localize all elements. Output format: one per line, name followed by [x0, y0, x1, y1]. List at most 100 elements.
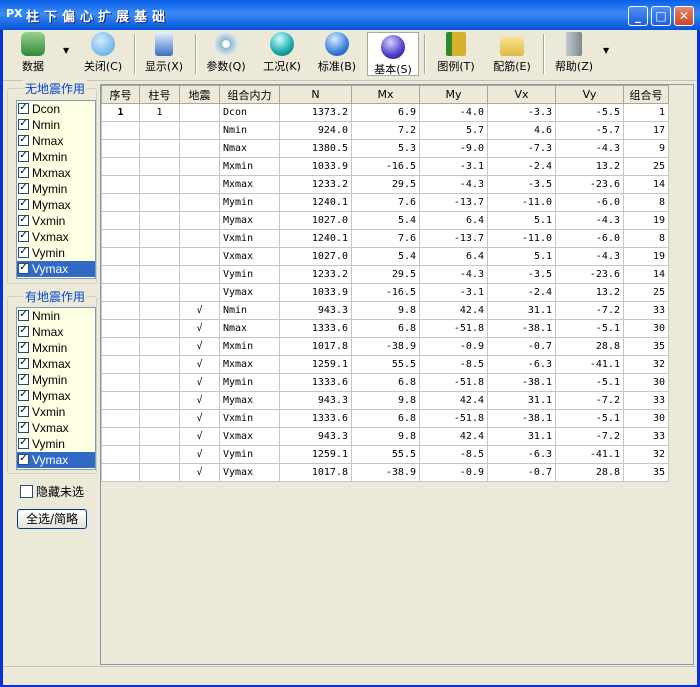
checkbox-checked-icon[interactable]: ✓ — [18, 167, 29, 179]
list-item[interactable]: ✓ Vxmin — [17, 404, 95, 420]
checkbox-checked-icon[interactable]: ✓ — [18, 326, 29, 338]
checkbox-checked-icon[interactable]: ✓ — [18, 199, 29, 211]
checkbox-checked-icon[interactable]: ✓ — [18, 438, 29, 450]
checkbox-checked-icon[interactable]: ✓ — [18, 310, 29, 322]
table-row[interactable]: Nmin 924.0 7.2 5.7 4.6 -5.7 17 — [101, 121, 669, 140]
table-row[interactable]: √ Vymin 1259.1 55.5 -8.5 -6.3 -41.1 32 — [101, 445, 669, 464]
toolbar-help-button[interactable]: 帮助(Z) — [549, 32, 599, 76]
column-header[interactable]: Mx — [351, 85, 420, 104]
toolbar-close-button[interactable]: 关闭(C) — [77, 32, 129, 76]
checkbox-checked-icon[interactable]: ✓ — [18, 406, 29, 418]
checkbox-checked-icon[interactable]: ✓ — [18, 374, 29, 386]
list-quake[interactable]: ✓ Nmin ✓ Nmax ✓ Mxmin ✓ Mxmax ✓ Mymin ✓ Mymax ✓ Vxmin… — [16, 307, 96, 470]
table-row[interactable]: √ Nmax 1333.6 6.8 -51.8 -38.1 -5.1 30 — [101, 319, 669, 338]
table-row[interactable]: √ Mxmax 1259.1 55.5 -8.5 -6.3 -41.1 32 — [101, 355, 669, 374]
table-cell: √ — [179, 301, 220, 320]
list-item[interactable]: ✓ Mxmax — [17, 356, 95, 372]
toolbar-rebar-button[interactable]: 配筋(E) — [487, 32, 537, 76]
checkbox-checked-icon[interactable]: ✓ — [18, 390, 29, 402]
window-title: 柱下偏心扩展基础 — [26, 10, 171, 25]
table-row[interactable]: Mxmin 1033.9 -16.5 -3.1 -2.4 13.2 25 — [101, 157, 669, 176]
checkbox-checked-icon[interactable]: ✓ — [18, 454, 29, 466]
table-cell — [101, 391, 140, 410]
checkbox-checked-icon[interactable]: ✓ — [18, 135, 29, 147]
toolbar-standard-button[interactable]: 标准(B) — [313, 32, 361, 76]
list-item-label: Mymax — [32, 198, 71, 212]
list-item[interactable]: ✓ Mymax — [17, 197, 95, 213]
maximize-button[interactable]: □ — [651, 6, 671, 26]
list-item[interactable]: ✓ Vxmin — [17, 213, 95, 229]
list-item[interactable]: ✓ Vymax — [17, 452, 95, 468]
checkbox-checked-icon[interactable]: ✓ — [18, 119, 29, 131]
list-item[interactable]: ✓ Mxmin — [17, 340, 95, 356]
checkbox-checked-icon[interactable]: ✓ — [18, 247, 29, 259]
list-item[interactable]: ✓ Vymin — [17, 245, 95, 261]
table-row[interactable]: Mxmax 1233.2 29.5 -4.3 -3.5 -23.6 14 — [101, 175, 669, 194]
table-row[interactable]: Nmax 1380.5 5.3 -9.0 -7.3 -4.3 9 — [101, 139, 669, 158]
column-header[interactable]: N — [279, 85, 352, 104]
table-row[interactable]: Mymax 1027.0 5.4 6.4 5.1 -4.3 19 — [101, 211, 669, 230]
dropdown-arrow-icon[interactable]: ▼ — [63, 46, 69, 55]
list-item[interactable]: ✓ Mymax — [17, 388, 95, 404]
checkbox-checked-icon[interactable]: ✓ — [18, 342, 29, 354]
table-row[interactable]: √ Mxmin 1017.8 -38.9 -0.9 -0.7 28.8 35 — [101, 337, 669, 356]
list-item[interactable]: ✓ Mymin — [17, 372, 95, 388]
column-header[interactable]: Vy — [555, 85, 624, 104]
table-row[interactable]: √ Vxmax 943.3 9.8 42.4 31.1 -7.2 33 — [101, 427, 669, 446]
table-cell: 1333.6 — [279, 409, 352, 428]
hide-unselected-checkbox[interactable]: 隐藏未选 — [20, 483, 84, 500]
table-row[interactable]: Vymax 1033.9 -16.5 -3.1 -2.4 13.2 25 — [101, 283, 669, 302]
dropdown-arrow-icon[interactable]: ▼ — [603, 46, 609, 55]
list-no-quake[interactable]: ✓ Dcon ✓ Nmin ✓ Nmax ✓ Mxmin ✓ Mxmax ✓ Mymin ✓ Mymax ✓… — [16, 100, 96, 279]
list-item[interactable]: ✓ Mxmin — [17, 149, 95, 165]
table-row[interactable]: √ Mymin 1333.6 6.8 -51.8 -38.1 -5.1 30 — [101, 373, 669, 392]
table-row[interactable]: Vxmin 1240.1 7.6 -13.7 -11.0 -6.0 8 — [101, 229, 669, 248]
title-bar[interactable]: PX 柱下偏心扩展基础 _ □ ✕ — [0, 0, 700, 30]
list-item[interactable]: ✓ Vxmax — [17, 229, 95, 245]
table-cell: 25 — [623, 157, 669, 176]
table-row[interactable]: 1 1 Dcon 1373.2 6.9 -4.0 -3.3 -5.5 1 — [101, 103, 669, 122]
column-header[interactable]: 组合号 — [623, 85, 669, 104]
column-header[interactable]: 序号 — [101, 85, 140, 104]
toolbar-display-button[interactable]: 显示(X) — [140, 32, 188, 76]
checkbox-checked-icon[interactable]: ✓ — [18, 422, 29, 434]
list-item[interactable]: ✓ Nmin — [17, 308, 95, 324]
close-button[interactable]: ✕ — [674, 6, 694, 26]
list-item[interactable]: ✓ Nmin — [17, 117, 95, 133]
toolbar-loadcase-button[interactable]: 工况(K) — [257, 32, 307, 76]
list-item-label: Vxmax — [32, 421, 69, 435]
checkbox-checked-icon[interactable]: ✓ — [18, 231, 29, 243]
list-item[interactable]: ✓ Vymin — [17, 436, 95, 452]
table-row[interactable]: Mymin 1240.1 7.6 -13.7 -11.0 -6.0 8 — [101, 193, 669, 212]
checkbox-checked-icon[interactable]: ✓ — [18, 215, 29, 227]
toolbar-basic-button[interactable]: 基本(S) — [367, 32, 419, 76]
table-row[interactable]: √ Mymax 943.3 9.8 42.4 31.1 -7.2 33 — [101, 391, 669, 410]
select-all-button[interactable]: 全选/简略 — [17, 509, 87, 529]
toolbar-params-button[interactable]: 参数(Q) — [202, 32, 250, 76]
checkbox-checked-icon[interactable]: ✓ — [18, 183, 29, 195]
checkbox-checked-icon[interactable]: ✓ — [18, 103, 29, 115]
list-item[interactable]: ✓ Vxmax — [17, 420, 95, 436]
list-item[interactable]: ✓ Mxmax — [17, 165, 95, 181]
toolbar-legend-button[interactable]: 图例(T) — [431, 32, 481, 76]
list-item[interactable]: ✓ Vymax — [17, 261, 95, 277]
column-header[interactable]: 柱号 — [139, 85, 180, 104]
table-row[interactable]: √ Vymax 1017.8 -38.9 -0.9 -0.7 28.8 35 — [101, 463, 669, 482]
checkbox-checked-icon[interactable]: ✓ — [18, 263, 29, 275]
table-row[interactable]: √ Vxmin 1333.6 6.8 -51.8 -38.1 -5.1 30 — [101, 409, 669, 428]
checkbox-checked-icon[interactable]: ✓ — [18, 358, 29, 370]
column-header[interactable]: 组合内力 — [219, 85, 280, 104]
list-item[interactable]: ✓ Nmax — [17, 324, 95, 340]
list-item[interactable]: ✓ Dcon — [17, 101, 95, 117]
column-header[interactable]: Vx — [487, 85, 556, 104]
column-header[interactable]: My — [419, 85, 488, 104]
minimize-button[interactable]: _ — [628, 6, 648, 26]
table-row[interactable]: √ Nmin 943.3 9.8 42.4 31.1 -7.2 33 — [101, 301, 669, 320]
checkbox-checked-icon[interactable]: ✓ — [18, 151, 29, 163]
table-row[interactable]: Vxmax 1027.0 5.4 6.4 5.1 -4.3 19 — [101, 247, 669, 266]
column-header[interactable]: 地震 — [179, 85, 220, 104]
list-item[interactable]: ✓ Nmax — [17, 133, 95, 149]
table-row[interactable]: Vymin 1233.2 29.5 -4.3 -3.5 -23.6 14 — [101, 265, 669, 284]
list-item[interactable]: ✓ Mymin — [17, 181, 95, 197]
toolbar-data-button[interactable]: 数据 — [11, 32, 55, 76]
